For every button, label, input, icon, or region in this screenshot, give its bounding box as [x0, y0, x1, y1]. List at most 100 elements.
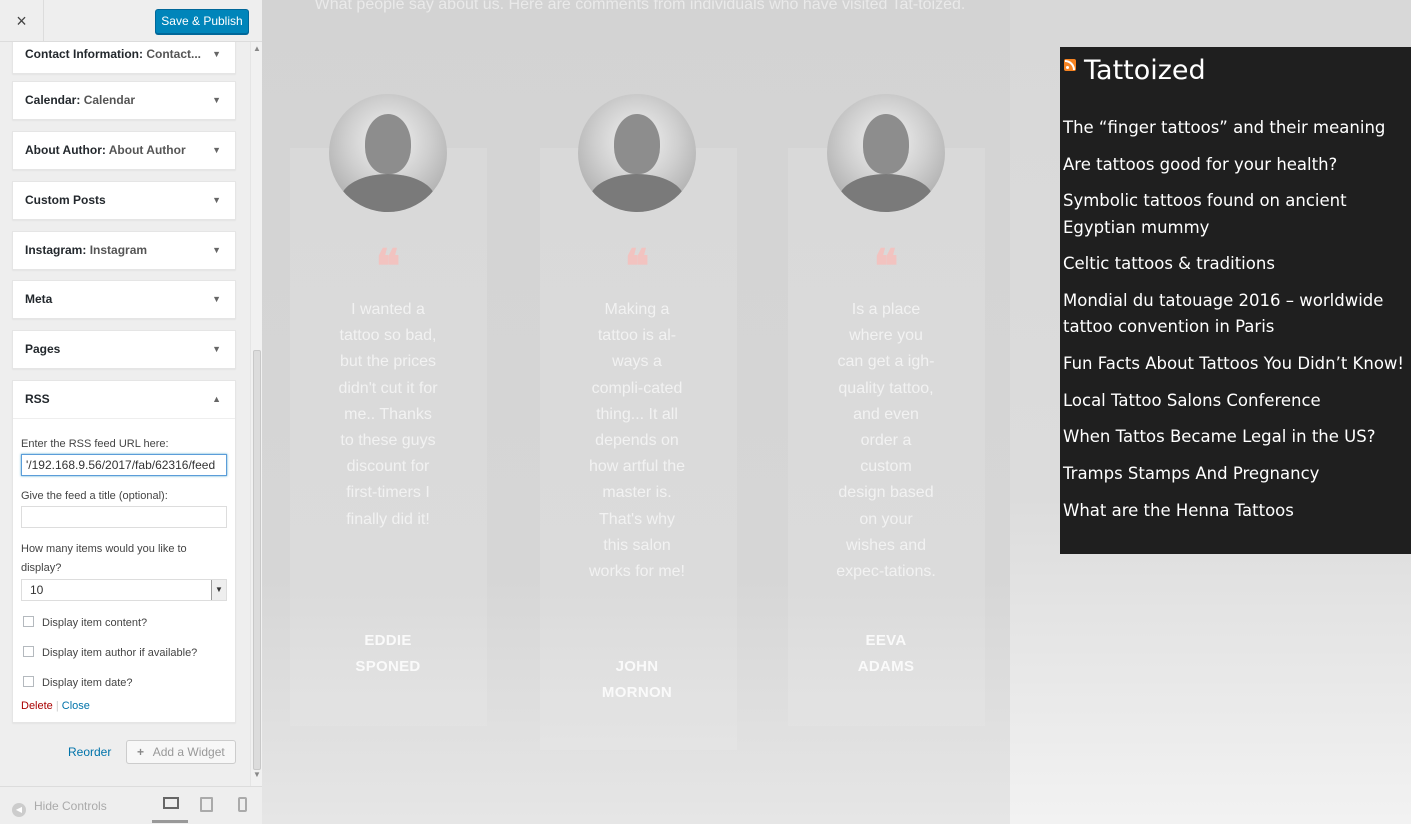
rss-feed-item[interactable]: Are tattoos good for your health?	[1063, 152, 1411, 178]
rss-feed-item[interactable]: When Tattos Became Legal in the US?	[1063, 424, 1411, 450]
reorder-link[interactable]: Reorder	[68, 745, 111, 759]
checkbox-row[interactable]: Display item author if available?	[21, 643, 227, 673]
checkbox[interactable]	[23, 646, 34, 657]
checkbox-label: Display item content?	[42, 617, 148, 629]
widget-rss: RSS ▲ Enter the RSS feed URL here: Give …	[12, 380, 236, 723]
expand-arrow-icon[interactable]: ▼	[212, 132, 221, 169]
save-publish-button[interactable]: Save & Publish	[155, 9, 249, 34]
rss-feed-item[interactable]: Fun Facts About Tattoos You Didn’t Know!	[1063, 351, 1411, 377]
rss-feed-list: The “finger tattoos” and their meaning A…	[1063, 115, 1411, 534]
widget-meta[interactable]: Meta ▼	[12, 280, 236, 319]
checkbox-label: Display item date?	[42, 677, 133, 689]
rss-feed-item[interactable]: Local Tattoo Salons Conference	[1063, 388, 1411, 414]
rss-feed-item[interactable]: Mondial du tatouage 2016 – worldwide tat…	[1063, 288, 1411, 341]
widget-title: Instagram:	[25, 243, 87, 257]
rss-feed-item[interactable]: What are the Henna Tattoos	[1063, 498, 1411, 524]
quote-icon: ❝	[873, 239, 899, 293]
customizer-sidebar: × Save & Publish Contact Information: Co…	[0, 0, 262, 824]
feed-title-input[interactable]	[21, 506, 227, 528]
rss-feed-item[interactable]: Celtic tattoos & traditions	[1063, 251, 1411, 277]
widget-about-author[interactable]: About Author: About Author ▼	[12, 131, 236, 170]
avatar	[827, 94, 945, 212]
testimonial-quote: I wanted a tattoo so bad, but the prices…	[338, 301, 438, 528]
expand-arrow-icon[interactable]: ▼	[212, 331, 221, 368]
widget-pages[interactable]: Pages ▼	[12, 330, 236, 369]
widget-form: Enter the RSS feed URL here: Give the fe…	[13, 418, 235, 722]
widget-custom-posts[interactable]: Custom Posts ▼	[12, 181, 236, 220]
collapse-circle-icon: ◀	[12, 803, 26, 817]
customizer-header: × Save & Publish	[0, 0, 262, 42]
widget-header[interactable]: Custom Posts ▼	[13, 182, 235, 219]
widget-header[interactable]: Pages ▼	[13, 331, 235, 368]
widget-header[interactable]: About Author: About Author ▼	[13, 132, 235, 169]
mobile-preview-icon[interactable]	[238, 797, 247, 812]
widget-panel: Contact Information: Contact... ▼ Calend…	[0, 42, 250, 786]
widget-header[interactable]: Contact Information: Contact... ▼	[13, 42, 235, 73]
items-count-value: 10	[30, 583, 44, 597]
widget-subtitle: Instagram	[89, 243, 148, 257]
items-count-label: How many items would you like to display…	[21, 543, 187, 574]
testimonial-author: EEVA ADAMS	[857, 632, 915, 675]
widget-title: Meta	[25, 292, 53, 306]
rss-feed-item[interactable]: The “finger tattoos” and their meaning	[1063, 115, 1411, 141]
hide-controls-button[interactable]: ◀ Hide Controls	[12, 799, 107, 817]
widget-calendar[interactable]: Calendar: Calendar ▼	[12, 81, 236, 120]
desktop-preview-icon[interactable]	[163, 797, 179, 809]
checkbox[interactable]	[23, 676, 34, 687]
rss-url-input[interactable]	[21, 454, 227, 476]
widget-header[interactable]: Meta ▼	[13, 281, 235, 318]
testimonials-section: What people say about us. Here are comme…	[262, 0, 1010, 824]
rss-icon[interactable]	[1064, 59, 1076, 71]
widget-contact-information[interactable]: Contact Information: Contact... ▼	[12, 42, 236, 74]
plus-icon: +	[137, 745, 145, 759]
widget-header[interactable]: RSS ▲	[13, 381, 235, 418]
section-intro: What people say about us. Here are comme…	[314, 0, 966, 13]
expand-arrow-icon[interactable]: ▼	[212, 82, 221, 119]
rss-feed-item[interactable]: Tramps Stamps And Pregnancy	[1063, 461, 1411, 487]
checkbox-row[interactable]: Display item date?	[21, 673, 227, 703]
widget-instagram[interactable]: Instagram: Instagram ▼	[12, 231, 236, 270]
quote-icon: ❝	[624, 239, 650, 293]
hide-controls-label: Hide Controls	[34, 799, 107, 813]
rss-feed-item[interactable]: Symbolic tattoos found on ancient Egypti…	[1063, 188, 1411, 241]
testimonial-quote: Making a tattoo is al-ways a compli-cate…	[588, 301, 686, 581]
rss-url-label: Enter the RSS feed URL here:	[21, 438, 169, 450]
items-count-select[interactable]: 10 ▼	[21, 579, 227, 601]
close-icon[interactable]: ×	[0, 0, 44, 42]
add-widget-label: Add a Widget	[152, 745, 225, 759]
expand-arrow-icon[interactable]: ▼	[212, 182, 221, 219]
rss-feed-widget: Tattoized The “finger tattoos” and their…	[1060, 47, 1411, 554]
active-device-indicator	[152, 820, 188, 823]
scrollbar-thumb[interactable]	[253, 350, 261, 770]
widget-title: Pages	[25, 342, 61, 356]
testimonial-author: EDDIE SPONED	[355, 632, 421, 675]
widget-title: About Author:	[25, 143, 106, 157]
checkbox[interactable]	[23, 616, 34, 627]
dropdown-arrow-icon[interactable]: ▼	[211, 580, 226, 600]
expand-arrow-icon[interactable]: ▼	[212, 42, 221, 73]
avatar	[329, 94, 447, 212]
widget-title: Custom Posts	[25, 193, 106, 207]
collapse-arrow-icon[interactable]: ▲	[212, 381, 221, 418]
checkbox-label: Display item author if available?	[42, 647, 198, 659]
widget-header[interactable]: Calendar: Calendar ▼	[13, 82, 235, 119]
widget-header[interactable]: Instagram: Instagram ▼	[13, 232, 235, 269]
rss-feed-title[interactable]: Tattoized	[1084, 55, 1206, 86]
customizer-footer: ◀ Hide Controls	[0, 786, 262, 824]
checkbox-row[interactable]: Display item content?	[21, 613, 227, 643]
widget-title: Calendar:	[25, 93, 81, 107]
widget-title: Contact Information:	[25, 47, 143, 61]
tablet-preview-icon[interactable]	[200, 797, 213, 812]
expand-arrow-icon[interactable]: ▼	[212, 281, 221, 318]
widget-subtitle: Contact...	[146, 47, 202, 61]
widget-subtitle: About Author	[108, 143, 186, 157]
testimonial-quote: Is a place where you can get a igh-quali…	[836, 301, 936, 581]
testimonial-author: JOHN MORNON	[601, 658, 673, 701]
feed-title-label: Give the feed a title (optional):	[21, 490, 168, 502]
add-widget-button[interactable]: + Add a Widget	[126, 740, 236, 764]
avatar	[578, 94, 696, 212]
widget-title: RSS	[25, 392, 50, 406]
sidebar-scrollbar[interactable]: ▲ ▼	[250, 42, 262, 786]
quote-icon: ❝	[375, 239, 401, 293]
expand-arrow-icon[interactable]: ▼	[212, 232, 221, 269]
